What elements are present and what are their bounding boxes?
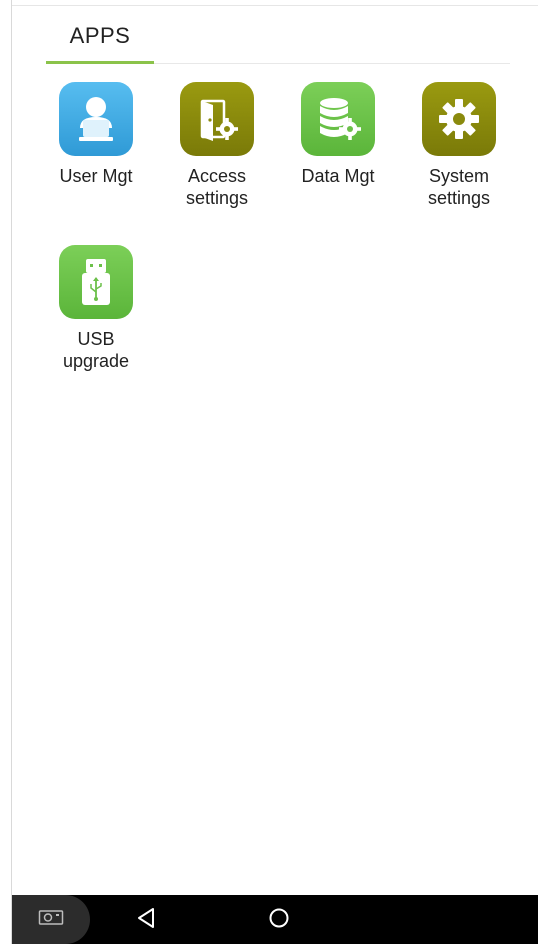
user-icon bbox=[59, 82, 133, 156]
database-gear-icon bbox=[301, 82, 375, 156]
back-button[interactable] bbox=[132, 907, 160, 933]
app-label-user-mgt: User Mgt bbox=[59, 166, 133, 186]
screenshot-button[interactable] bbox=[12, 895, 90, 944]
app-data-mgt[interactable]: Data Mgt bbox=[278, 82, 398, 187]
app-system-settings[interactable]: System settings bbox=[399, 82, 519, 209]
app-user-mgt[interactable]: User Mgt bbox=[36, 82, 156, 187]
tab-apps[interactable]: APPS bbox=[46, 10, 154, 64]
navigation-bar bbox=[12, 895, 538, 944]
gear-icon bbox=[422, 82, 496, 156]
app-label-system-settings: System settings bbox=[427, 166, 491, 208]
app-label-usb-upgrade: USB upgrade bbox=[62, 329, 130, 371]
app-label-data-mgt: Data Mgt bbox=[301, 166, 375, 186]
app-access-settings[interactable]: Access settings bbox=[157, 82, 277, 209]
usb-drive-icon bbox=[59, 245, 133, 319]
home-icon bbox=[268, 907, 290, 934]
screenshot-icon bbox=[38, 908, 64, 931]
back-icon bbox=[136, 907, 156, 934]
left-edge bbox=[0, 0, 12, 944]
tab-bar: APPS bbox=[46, 10, 510, 64]
door-gear-icon bbox=[180, 82, 254, 156]
screen: APPS User Mgt Access settings Data Mgt S… bbox=[0, 0, 538, 944]
top-edge bbox=[12, 0, 538, 6]
app-label-access-settings: Access settings bbox=[185, 166, 249, 208]
home-button[interactable] bbox=[265, 907, 293, 933]
app-usb-upgrade[interactable]: USB upgrade bbox=[36, 245, 156, 372]
